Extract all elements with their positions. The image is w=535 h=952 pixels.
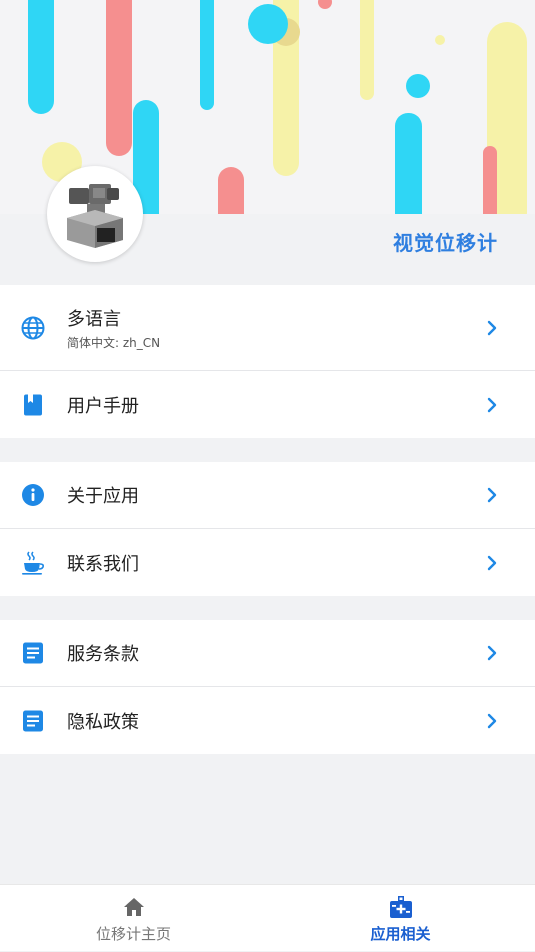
menu-group-legal: 服务条款 隐私政策 bbox=[0, 620, 535, 754]
chevron-right-icon bbox=[487, 713, 497, 728]
chevron-right-icon bbox=[487, 555, 497, 570]
bottom-tab-bar: 位移计主页 应用相关 bbox=[0, 884, 535, 951]
menu-item-privacy-policy[interactable]: 隐私政策 bbox=[0, 687, 535, 754]
chevron-right-icon bbox=[487, 645, 497, 661]
tab-app-related-label: 应用相关 bbox=[370, 925, 431, 943]
globe-icon bbox=[21, 316, 45, 339]
menu-item-label: 关于应用 bbox=[67, 486, 139, 507]
tab-home[interactable]: 位移计主页 bbox=[0, 885, 267, 952]
robot-camera-icon bbox=[67, 184, 123, 248]
document-icon bbox=[23, 710, 43, 731]
coffee-icon bbox=[22, 550, 44, 575]
document-icon bbox=[23, 642, 43, 664]
menu-item-language[interactable]: 多语言 简体中文: zh_CN bbox=[0, 285, 535, 371]
menu-item-label: 用户手册 bbox=[67, 395, 139, 417]
menu-item-sublabel: 简体中文: zh_CN bbox=[67, 336, 161, 350]
tab-app-related[interactable]: 应用相关 bbox=[267, 885, 534, 952]
app-logo-avatar bbox=[47, 166, 143, 262]
book-icon bbox=[24, 394, 42, 415]
chevron-right-icon bbox=[487, 487, 497, 503]
tab-home-label: 位移计主页 bbox=[95, 925, 171, 943]
menu-item-label: 联系我们 bbox=[67, 553, 139, 575]
info-icon bbox=[22, 484, 44, 506]
menu-item-label: 多语言 bbox=[67, 309, 121, 330]
app-title: 视觉位移计 bbox=[393, 231, 498, 255]
chevron-right-icon bbox=[487, 397, 497, 412]
menu-item-label: 服务条款 bbox=[67, 644, 139, 665]
menu-item-about-app[interactable]: 关于应用 bbox=[0, 462, 535, 529]
medical-kit-icon bbox=[389, 896, 412, 918]
menu-group-settings: 多语言 简体中文: zh_CN 用户手册 bbox=[0, 285, 535, 438]
menu-group-about: 关于应用 联系我们 bbox=[0, 462, 535, 596]
menu-item-user-manual[interactable]: 用户手册 bbox=[0, 371, 535, 438]
home-icon bbox=[123, 898, 144, 916]
chevron-right-icon bbox=[487, 320, 497, 335]
menu-item-contact-us[interactable]: 联系我们 bbox=[0, 529, 535, 596]
menu-item-terms-of-service[interactable]: 服务条款 bbox=[0, 620, 535, 687]
menu-item-label: 隐私政策 bbox=[67, 711, 139, 733]
